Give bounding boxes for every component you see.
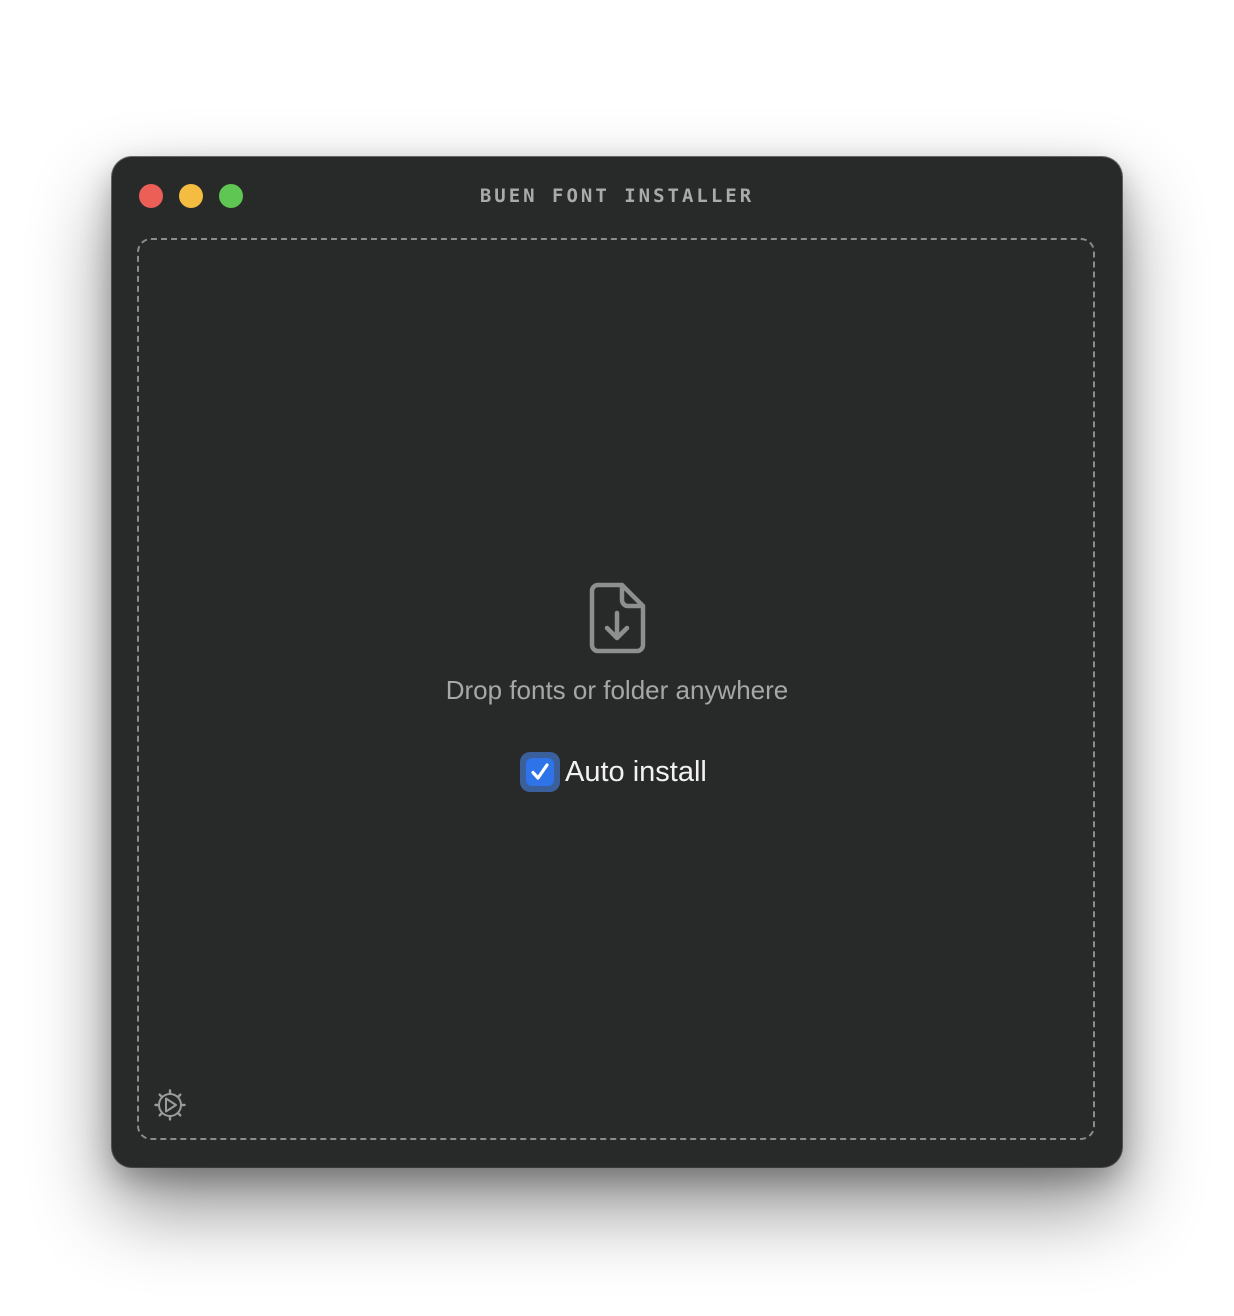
drop-instructions: Drop fonts or folder anywhere [445,675,789,705]
checkmark-icon [531,763,549,780]
window-title: BUEN FONT INSTALLER [479,185,755,207]
gear-icon[interactable] [154,1089,186,1121]
auto-install-label[interactable]: Auto install [565,756,707,789]
app-window: BUEN FONT INSTALLER Drop fonts or folder… [112,157,1122,1167]
auto-install-checkbox[interactable] [520,752,560,792]
title-bar[interactable]: BUEN FONT INSTALLER [112,157,1122,235]
auto-install-toggle[interactable]: Auto install [520,752,707,792]
document-download-icon [589,582,646,654]
